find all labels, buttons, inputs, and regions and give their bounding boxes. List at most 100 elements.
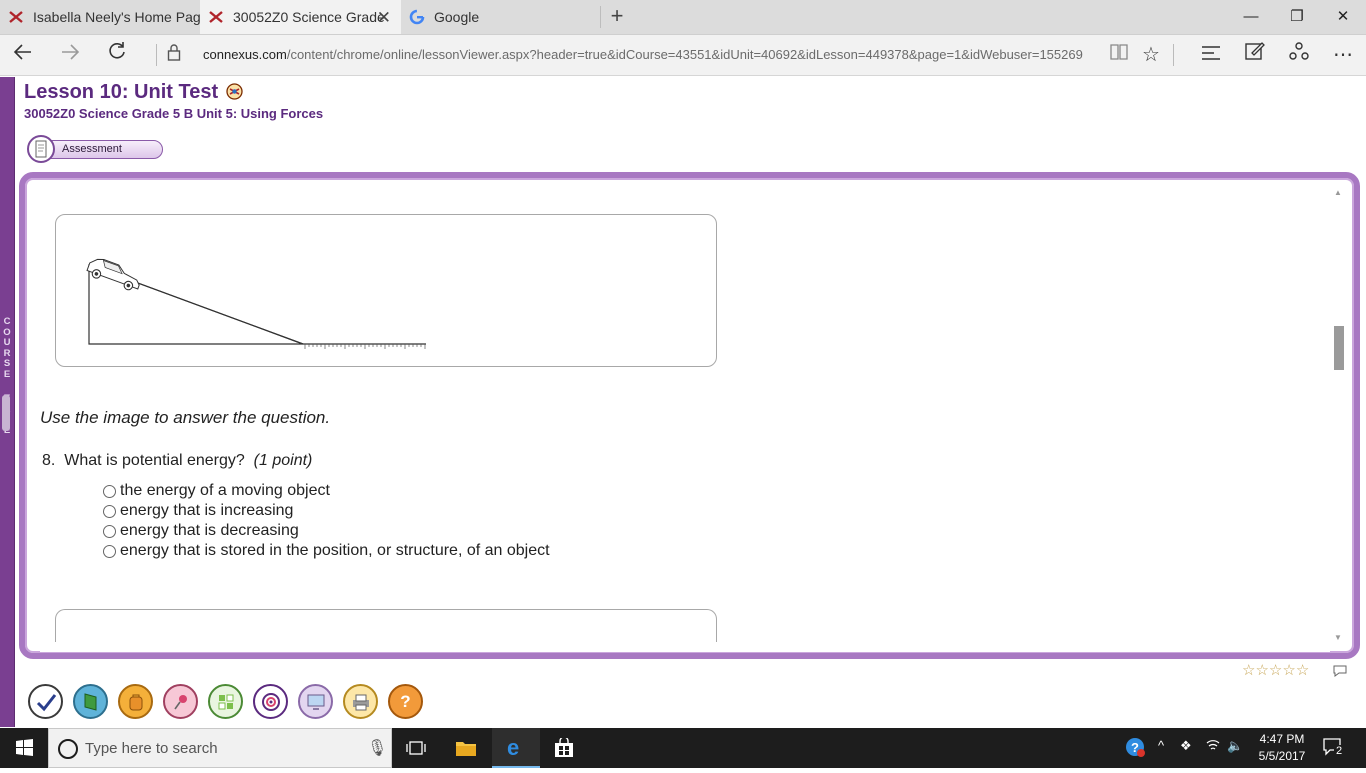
screen-icon[interactable] — [298, 684, 333, 719]
restore-icon[interactable]: ❐ — [1274, 0, 1320, 34]
share-icon[interactable] — [1283, 41, 1315, 69]
address-bar[interactable]: connexus.com/content/chrome/online/lesso… — [203, 47, 1083, 62]
volume-icon[interactable]: 🔈 — [1227, 738, 1243, 754]
backpack-icon[interactable] — [118, 684, 153, 719]
divider — [1173, 44, 1174, 66]
radio-button[interactable] — [103, 504, 116, 518]
show-hidden-icons-icon[interactable]: ^ — [1158, 738, 1164, 753]
lock-icon[interactable] — [158, 41, 190, 69]
url-path: /content/chrome/online/lessonViewer.aspx… — [286, 47, 1083, 62]
tab-google[interactable]: Google — [401, 0, 601, 34]
answer-option-label: energy that is stored in the position, o… — [120, 542, 550, 559]
course-tree-toggle[interactable] — [2, 395, 10, 431]
question-instruction: Use the image to answer the question. — [40, 408, 331, 427]
tab-label: Google — [434, 9, 480, 25]
scrollbar-thumb[interactable] — [1334, 326, 1344, 370]
microphone-icon[interactable]: 🎙 — [367, 738, 387, 758]
taskbar-clock[interactable]: 4:47 PM 5/5/2017 — [1254, 731, 1310, 765]
scroll-up-arrow-icon[interactable]: ▲ — [1334, 188, 1342, 197]
vertical-scrollbar[interactable]: ▲ ▼ — [1332, 186, 1346, 644]
edge-browser-icon[interactable]: e — [492, 728, 540, 768]
answer-option[interactable]: energy that is stored in the position, o… — [103, 541, 550, 561]
answer-option-label: energy that is increasing — [120, 502, 294, 519]
help-tray-icon[interactable]: ? — [1124, 736, 1146, 761]
target-icon[interactable] — [253, 684, 288, 719]
tab-science-grade[interactable]: 30052Z0 Science Grade ✕ — [200, 0, 401, 34]
connexus-x-icon — [208, 9, 224, 25]
assessment-document-icon — [27, 135, 55, 163]
cortana-circle-icon — [58, 739, 78, 759]
windows-start-icon[interactable] — [0, 728, 48, 768]
web-note-icon[interactable] — [1239, 41, 1271, 69]
puzzle-icon[interactable] — [208, 684, 243, 719]
check-icon[interactable] — [28, 684, 63, 719]
action-center-icon[interactable]: 2 — [1322, 736, 1346, 758]
tab-home-page[interactable]: Isabella Neely's Home Page — [0, 0, 200, 34]
answer-options: the energy of a moving object energy tha… — [103, 481, 550, 561]
close-tab-icon[interactable]: ✕ — [377, 8, 391, 28]
tab-divider — [600, 6, 601, 28]
browser-tab-strip: Isabella Neely's Home Page 30052Z0 Scien… — [0, 0, 1366, 35]
question-number: 8. — [42, 452, 56, 469]
minimize-icon[interactable]: — — [1228, 0, 1274, 34]
close-window-icon[interactable]: ✕ — [1320, 0, 1366, 34]
question-points: (1 point) — [253, 452, 313, 469]
question-image-box — [55, 214, 717, 367]
divider — [156, 44, 157, 66]
google-g-icon — [409, 9, 425, 25]
printer-icon[interactable] — [343, 684, 378, 719]
help-icon[interactable]: ? — [388, 684, 423, 719]
forward-icon[interactable] — [54, 41, 86, 69]
hub-icon[interactable] — [1195, 41, 1227, 69]
pin-icon[interactable] — [163, 684, 198, 719]
rating-star-icon[interactable]: ☆ — [1296, 663, 1309, 678]
rating-star-icon[interactable]: ☆ — [1282, 663, 1295, 678]
answer-option[interactable]: the energy of a moving object — [103, 481, 550, 501]
dropbox-icon[interactable]: ❖ — [1180, 738, 1192, 754]
scroll-down-arrow-icon[interactable]: ▼ — [1334, 633, 1342, 642]
lesson-toolbar: ? — [28, 684, 423, 719]
question-text: What is potential energy? — [64, 452, 245, 469]
answer-option[interactable]: energy that is decreasing — [103, 521, 550, 541]
svg-text:e: e — [507, 736, 519, 758]
course-subtitle: 30052Z0 Science Grade 5 B Unit 5: Using … — [24, 106, 324, 121]
task-view-icon[interactable] — [392, 728, 440, 768]
answer-option-label: energy that is decreasing — [120, 522, 299, 539]
assessment-tab[interactable]: Assessment — [38, 140, 163, 159]
search-placeholder: Type here to search — [85, 740, 218, 757]
taskbar-search-box[interactable]: Type here to search 🎙 — [48, 728, 392, 768]
more-icon[interactable]: ⋯ — [1327, 41, 1359, 69]
new-tab-icon[interactable]: + — [604, 3, 630, 29]
radio-button[interactable] — [103, 544, 116, 558]
network-icon[interactable] — [1205, 738, 1221, 755]
course-tree-panel[interactable]: COURSETREE — [0, 77, 15, 727]
refresh-icon[interactable] — [101, 41, 133, 69]
radio-button[interactable] — [103, 524, 116, 538]
connexus-x-icon — [8, 9, 24, 25]
url-domain: connexus.com — [203, 47, 287, 62]
back-icon[interactable] — [7, 41, 39, 69]
star-rating[interactable]: ☆ ☆ ☆ ☆ ☆ — [1242, 663, 1309, 678]
favorite-star-icon[interactable]: ☆ — [1135, 41, 1167, 69]
answer-option[interactable]: energy that is increasing — [103, 501, 550, 521]
windows-taskbar: Type here to search 🎙 e ? ^ ❖ 🔈 4:47 PM … — [0, 728, 1366, 768]
answer-option-label: the energy of a moving object — [120, 482, 330, 499]
rating-star-icon[interactable]: ☆ — [1242, 663, 1255, 678]
rating-star-icon[interactable]: ☆ — [1269, 663, 1282, 678]
navigation-bar: connexus.com/content/chrome/online/lesso… — [0, 35, 1366, 76]
comment-bubble-icon[interactable] — [1332, 664, 1348, 678]
rating-star-icon[interactable]: ☆ — [1255, 663, 1268, 678]
clock-date: 5/5/2017 — [1258, 749, 1306, 763]
lesson-title: Lesson 10: Unit Test — [24, 81, 219, 103]
frame-clip — [40, 642, 1330, 652]
book-icon[interactable] — [73, 684, 108, 719]
badge-icon — [226, 83, 243, 100]
car-on-ramp-illustration — [86, 258, 426, 349]
file-explorer-icon[interactable] — [442, 728, 490, 768]
radio-button[interactable] — [103, 484, 116, 498]
store-icon[interactable] — [540, 728, 588, 768]
notification-count: 2 — [1334, 745, 1345, 757]
reading-view-icon[interactable] — [1103, 41, 1135, 69]
tab-label: Isabella Neely's Home Page — [33, 9, 200, 25]
tab-label: 30052Z0 Science Grade — [233, 9, 385, 25]
